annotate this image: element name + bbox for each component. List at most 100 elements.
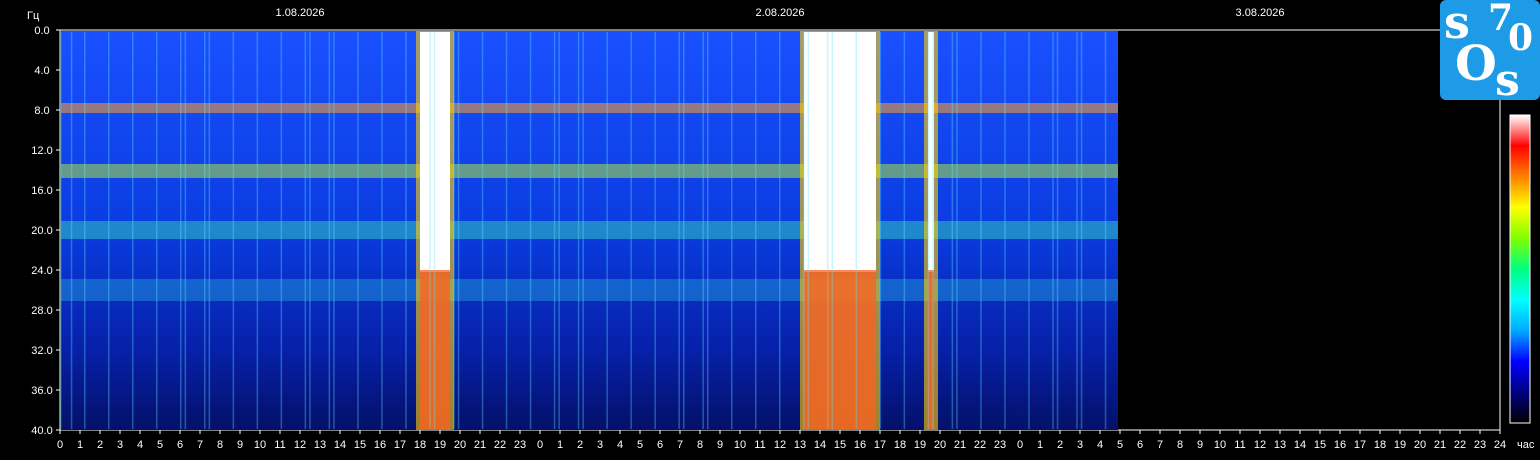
spectral-spike bbox=[529, 32, 532, 429]
x-tick-label: 15 bbox=[354, 439, 366, 451]
x-tick-label: 19 bbox=[1394, 439, 1406, 451]
spectral-spike bbox=[855, 32, 858, 429]
spectral-spike bbox=[505, 32, 508, 429]
burst-lower bbox=[804, 270, 876, 429]
x-tick-label: 18 bbox=[1374, 439, 1386, 451]
x-tick-label: 13 bbox=[314, 439, 326, 451]
x-tick-label: 17 bbox=[1354, 439, 1366, 451]
logo-letter-O: O bbox=[1455, 36, 1497, 92]
spectral-spike bbox=[60, 32, 62, 429]
spectral-spike bbox=[879, 32, 882, 429]
spectral-spike bbox=[309, 32, 311, 429]
x-tick-label: 7 bbox=[197, 439, 203, 451]
x-tick-label: 17 bbox=[874, 439, 886, 451]
spectral-spike bbox=[184, 32, 187, 429]
x-tick-label: 17 bbox=[394, 439, 406, 451]
colorbar bbox=[1509, 114, 1531, 424]
spectral-spike bbox=[956, 32, 958, 429]
spectral-spike bbox=[1004, 32, 1006, 429]
date-label: 1.08.2026 bbox=[276, 7, 325, 19]
resonance-band bbox=[61, 164, 1118, 178]
spectral-spike bbox=[84, 32, 86, 429]
x-axis-label: час bbox=[1517, 439, 1535, 451]
spectral-spike bbox=[304, 32, 307, 429]
burst-core bbox=[804, 32, 876, 272]
date-labels: 1.08.2026 2.08.2026 3.08.2026 bbox=[276, 7, 1285, 19]
x-tick-label: 5 bbox=[157, 439, 163, 451]
x-tick-label: 2 bbox=[1057, 439, 1063, 451]
spectral-spike bbox=[70, 32, 73, 429]
spectral-spike bbox=[903, 32, 906, 429]
spectral-spike bbox=[1104, 32, 1107, 429]
x-tick-label: 16 bbox=[374, 439, 386, 451]
spectral-spike bbox=[232, 32, 235, 429]
spectral-spike bbox=[707, 32, 709, 429]
x-tick-label: 2 bbox=[97, 439, 103, 451]
x-tick-label: 24 bbox=[1494, 439, 1506, 451]
x-tick-label: 8 bbox=[1177, 439, 1183, 451]
x-tick-label: 0 bbox=[1017, 439, 1023, 451]
resonance-band bbox=[61, 279, 1118, 301]
x-tick-label: 0 bbox=[57, 439, 63, 451]
y-tick-label: 12.0 bbox=[31, 145, 52, 157]
y-tick-label: 24.0 bbox=[31, 265, 52, 277]
spectral-spike bbox=[980, 32, 982, 429]
y-axis-label: Гц bbox=[27, 10, 40, 22]
x-tick-label: 5 bbox=[1117, 439, 1123, 451]
x-tick-label: 1 bbox=[557, 439, 563, 451]
spectral-spike bbox=[280, 32, 283, 429]
spectral-spike bbox=[807, 32, 810, 429]
x-tick-label: 14 bbox=[814, 439, 826, 451]
x-tick-label: 10 bbox=[734, 439, 746, 451]
x-tick-label: 6 bbox=[1137, 439, 1143, 451]
date-label: 3.08.2026 bbox=[1236, 7, 1285, 19]
x-tick-label: 19 bbox=[434, 439, 446, 451]
x-tick-label: 12 bbox=[1254, 439, 1266, 451]
spectral-spike bbox=[630, 32, 632, 429]
y-tick-label: 20.0 bbox=[31, 225, 52, 237]
spectral-spike bbox=[208, 32, 211, 429]
x-tick-label: 11 bbox=[274, 439, 285, 451]
spectral-spike bbox=[405, 32, 407, 429]
x-tick-label: 13 bbox=[1274, 439, 1286, 451]
x-tick-label: 22 bbox=[494, 439, 506, 451]
spectral-spike bbox=[702, 32, 704, 429]
y-tick-label: 40.0 bbox=[31, 425, 52, 437]
x-tick-label: 4 bbox=[1097, 439, 1103, 451]
y-tick-label: 32.0 bbox=[31, 345, 52, 357]
spectral-spike bbox=[457, 32, 460, 429]
x-tick-label: 15 bbox=[834, 439, 846, 451]
x-tick-label: 3 bbox=[117, 439, 123, 451]
spectral-spike bbox=[678, 32, 680, 429]
spectral-spike bbox=[932, 32, 934, 429]
y-ticks: 0.0 4.0 8.0 12.0 16.0 20.0 24.0 28.0 32.0 36.0 40.… bbox=[31, 25, 60, 437]
x-tick-label: 22 bbox=[1454, 439, 1466, 451]
date-label: 2.08.2026 bbox=[756, 7, 805, 19]
x-tick-label: 14 bbox=[1294, 439, 1306, 451]
x-tick-label: 3 bbox=[597, 439, 603, 451]
spectral-spike bbox=[328, 32, 331, 429]
x-tick-label: 9 bbox=[1197, 439, 1203, 451]
spectral-spike bbox=[381, 32, 383, 429]
x-ticks: 0 1 2 3 4 5 6 7 8 9 10 11 12 13 14 15 16 17 18 19 20 21 22 23 0 1… bbox=[57, 430, 1506, 451]
spectral-spike bbox=[1080, 32, 1083, 429]
spectrogram-chart: Гц час 1.08.2026 2.08.2026 3.08.2026 0.0 4.… bbox=[27, 0, 1540, 451]
x-tick-label: 10 bbox=[254, 439, 266, 451]
logo-letter-s2: s bbox=[1495, 55, 1520, 106]
x-tick-label: 9 bbox=[237, 439, 243, 451]
spectral-spike bbox=[204, 32, 206, 429]
spectral-spike bbox=[831, 32, 834, 429]
x-tick-label: 20 bbox=[1414, 439, 1426, 451]
x-tick-label: 1 bbox=[77, 439, 83, 451]
x-tick-label: 18 bbox=[894, 439, 906, 451]
resonance-band bbox=[61, 221, 1118, 239]
spectral-spike bbox=[1076, 32, 1078, 429]
x-tick-label: 11 bbox=[1234, 439, 1245, 451]
x-tick-label: 0 bbox=[537, 439, 543, 451]
spectral-spike bbox=[654, 32, 656, 429]
spectral-spike bbox=[108, 32, 110, 429]
y-tick-label: 36.0 bbox=[31, 385, 52, 397]
x-tick-label: 8 bbox=[217, 439, 223, 451]
x-tick-label: 20 bbox=[454, 439, 466, 451]
x-tick-label: 13 bbox=[794, 439, 806, 451]
